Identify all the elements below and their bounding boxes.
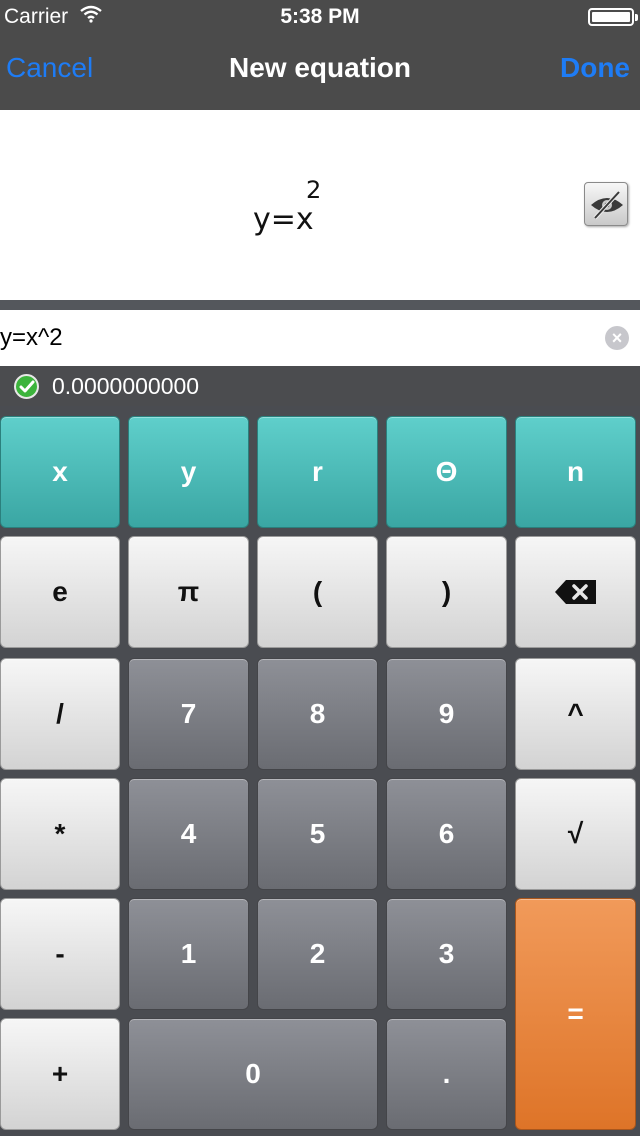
divider [0, 300, 640, 310]
key-close-paren[interactable]: ) [386, 536, 507, 648]
toggle-visibility-button[interactable] [584, 182, 628, 226]
result-bar: 0.0000000000 [0, 366, 640, 406]
key-r[interactable]: r [257, 416, 378, 528]
key-1[interactable]: 1 [128, 898, 249, 1010]
result-value: 0.0000000000 [52, 373, 200, 399]
key-4[interactable]: 4 [128, 778, 249, 890]
key-decimal[interactable]: . [386, 1018, 507, 1130]
key-n[interactable]: n [515, 416, 636, 528]
key-pi[interactable]: π [128, 536, 249, 648]
formula-exponent: 2 [306, 176, 322, 204]
key-equals[interactable]: = [515, 898, 636, 1130]
formula-base: y=x [253, 202, 314, 237]
page-title: New equation [228, 52, 411, 83]
equation-input[interactable] [0, 318, 590, 358]
key-plus[interactable]: + [0, 1018, 120, 1130]
key-7[interactable]: 7 [128, 658, 249, 770]
battery-icon [588, 8, 638, 26]
key-x[interactable]: x [0, 416, 120, 528]
key-theta[interactable]: Θ [386, 416, 507, 528]
key-divide[interactable]: / [0, 658, 120, 770]
key-y[interactable]: y [128, 416, 249, 528]
top-bar: Carrier 5:38 PM Cancel New equation Done [0, 0, 640, 110]
done-button[interactable]: Done [560, 52, 630, 84]
backspace-icon [554, 580, 596, 604]
key-e[interactable]: e [0, 536, 120, 648]
eye-slash-icon [591, 190, 623, 220]
key-6[interactable]: 6 [386, 778, 507, 890]
clock: 5:38 PM [280, 5, 360, 28]
key-multiply[interactable]: * [0, 778, 120, 890]
key-0[interactable]: 0 [128, 1018, 378, 1130]
clear-icon[interactable]: × [605, 326, 629, 350]
check-icon [14, 374, 39, 399]
key-power[interactable]: ^ [515, 658, 636, 770]
key-minus[interactable]: - [0, 898, 120, 1010]
equation-preview: y=x 2 [0, 110, 640, 300]
backspace-button[interactable] [515, 536, 636, 648]
key-sqrt[interactable]: √ [515, 778, 636, 890]
key-open-paren[interactable]: ( [257, 536, 378, 648]
equation-input-row: × [0, 310, 640, 366]
rendered-formula: y=x 2 [253, 176, 321, 237]
key-3[interactable]: 3 [386, 898, 507, 1010]
key-9[interactable]: 9 [386, 658, 507, 770]
status-bar: Carrier 5:38 PM [0, 0, 640, 34]
key-5[interactable]: 5 [257, 778, 378, 890]
key-8[interactable]: 8 [257, 658, 378, 770]
key-2[interactable]: 2 [257, 898, 378, 1010]
keypad: x y r Θ n e π ( ) / 7 8 9 ^ * 4 5 6 √ - … [0, 406, 640, 1136]
